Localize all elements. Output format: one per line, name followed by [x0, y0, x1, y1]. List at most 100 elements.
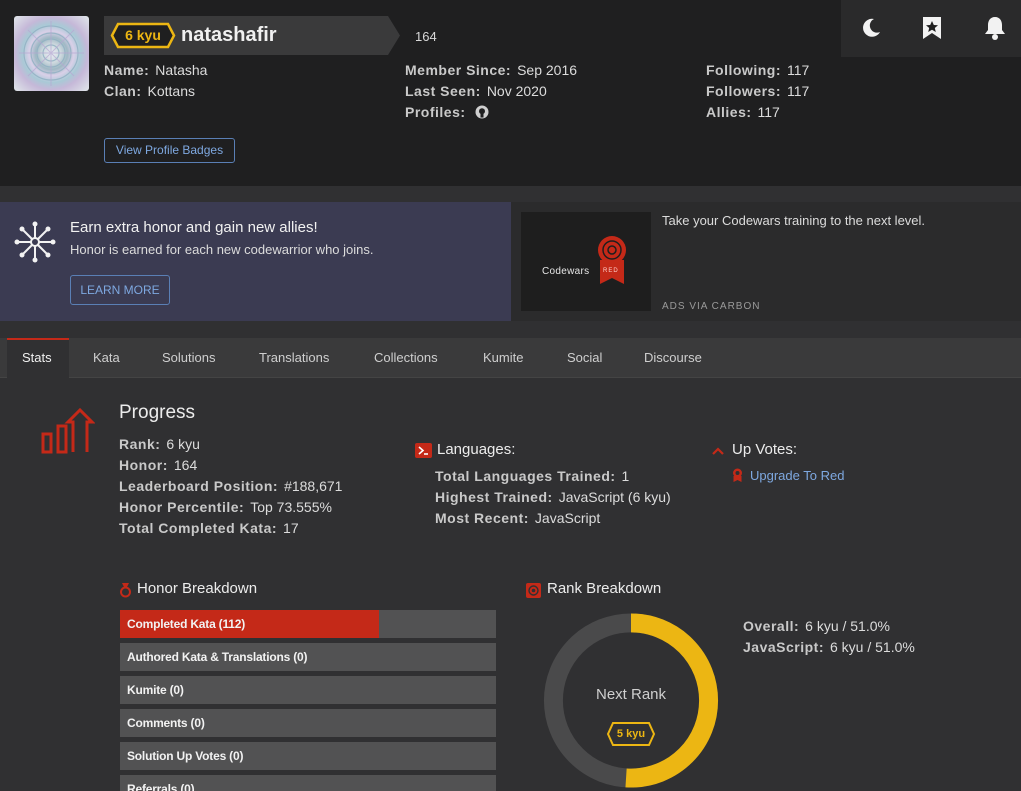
honor-bar-label: Completed Kata (112) — [127, 617, 246, 631]
upvotes-title: Up Votes: — [732, 441, 798, 458]
name-row: Name: Natasha — [104, 60, 207, 81]
bookmark-star-icon[interactable] — [912, 8, 952, 48]
followers-value: 117 — [787, 83, 810, 99]
member-since-label: Member Since: — [405, 62, 512, 78]
clan-row: Clan: Kottans — [104, 81, 195, 102]
rank-label: Rank: — [119, 436, 161, 452]
honor-breakdown-title: Honor Breakdown — [137, 580, 258, 597]
moon-icon[interactable] — [851, 8, 891, 48]
medal-icon — [120, 583, 131, 598]
total-languages-label: Total Languages Trained: — [435, 468, 616, 484]
ads-via-carbon[interactable]: ADS VIA CARBON — [662, 301, 760, 312]
overall-rank-row: Overall: 6 kyu / 51.0% — [743, 616, 890, 637]
javascript-label: JavaScript: — [743, 639, 824, 655]
promo-subtitle: Honor is earned for each new codewarrior… — [70, 242, 374, 257]
completed-label: Total Completed Kata: — [119, 520, 278, 536]
rank-breakdown-title: Rank Breakdown — [547, 580, 662, 597]
honor-value: 164 — [415, 29, 437, 44]
completed-row: Total Completed Kata: 17 — [119, 518, 299, 539]
honor-bar: Completed Kata (112) — [120, 610, 496, 638]
rank-row: Rank: 6 kyu — [119, 434, 200, 455]
percentile-row: Honor Percentile: Top 73.555% — [119, 497, 332, 518]
honor-bar-label: Solution Up Votes (0) — [127, 749, 244, 763]
profiles-row: Profiles: — [405, 102, 489, 123]
clan-label: Clan: — [104, 83, 142, 99]
leaderboard-row: Leaderboard Position: #188,671 — [119, 476, 342, 497]
name-label: Name: — [104, 62, 150, 78]
overall-value: 6 kyu / 51.0% — [805, 618, 890, 634]
following-label: Following: — [706, 62, 781, 78]
ad-image[interactable]: Codewars RED — [521, 212, 651, 311]
allies-value: 117 — [757, 104, 780, 120]
avatar[interactable] — [14, 16, 89, 91]
next-rank-value: 5 kyu — [616, 728, 646, 740]
top-icons — [841, 0, 1021, 57]
leaderboard-label: Leaderboard Position: — [119, 478, 279, 494]
view-profile-badges-button[interactable]: View Profile Badges — [104, 138, 235, 163]
overall-label: Overall: — [743, 618, 800, 634]
ad-brand: Codewars — [542, 266, 590, 277]
leaderboard-value: #188,671 — [284, 478, 343, 494]
total-languages-value: 1 — [621, 468, 630, 484]
following-value: 117 — [786, 62, 810, 78]
tab-kumite[interactable]: Kumite — [483, 338, 523, 378]
last-seen-value: Nov 2020 — [486, 83, 547, 99]
honor-bar-label: Authored Kata & Translations (0) — [127, 650, 308, 664]
tab-social[interactable]: Social — [567, 338, 602, 378]
tab-stats[interactable]: Stats — [22, 338, 52, 378]
clan-value: Kottans — [147, 83, 195, 99]
completed-value: 17 — [283, 520, 299, 536]
most-recent-label: Most Recent: — [435, 510, 529, 526]
tab-discourse[interactable]: Discourse — [644, 338, 702, 378]
javascript-rank-row: JavaScript: 6 kyu / 51.0% — [743, 637, 915, 658]
honor-bar-label: Comments (0) — [127, 716, 205, 730]
total-languages-row: Total Languages Trained: 1 — [435, 466, 629, 487]
honor-label: Honor: — [119, 457, 168, 473]
name-value: Natasha — [155, 62, 208, 78]
last-seen-label: Last Seen: — [405, 83, 481, 99]
red-badge-icon — [598, 236, 626, 284]
ad-text[interactable]: Take your Codewars training to the next … — [662, 213, 925, 228]
network-icon — [14, 221, 56, 263]
honor-bar: Referrals (0) — [120, 775, 496, 791]
next-rank-label: Next Rank — [595, 686, 667, 703]
tab-solutions[interactable]: Solutions — [162, 338, 215, 378]
honor-bar: Authored Kata & Translations (0) — [120, 643, 496, 671]
tab-kata[interactable]: Kata — [93, 338, 120, 378]
allies-label: Allies: — [706, 104, 752, 120]
highest-trained-value: JavaScript (6 kyu) — [558, 489, 671, 505]
progress-title: Progress — [119, 402, 196, 423]
honor-bar: Comments (0) — [120, 709, 496, 737]
honor-bar-label: Kumite (0) — [127, 683, 184, 697]
allies-row[interactable]: Allies: 117 — [706, 102, 780, 123]
github-icon[interactable] — [475, 105, 489, 119]
following-row[interactable]: Following: 117 — [706, 60, 809, 81]
member-since-value: Sep 2016 — [517, 62, 578, 78]
progress-chart-icon — [41, 408, 95, 454]
highest-trained-label: Highest Trained: — [435, 489, 553, 505]
learn-more-button[interactable]: LEARN MORE — [70, 275, 170, 305]
honor-bar-label: Referrals (0) — [127, 782, 195, 791]
languages-title: Languages: — [437, 441, 516, 458]
javascript-value: 6 kyu / 51.0% — [829, 639, 915, 655]
most-recent-value: JavaScript — [534, 510, 601, 526]
honor-row: Honor: 164 — [119, 455, 197, 476]
rank-badge-label: 6 kyu — [125, 27, 161, 43]
red-ribbon-icon — [733, 468, 742, 482]
profile-page: 6 kyu natashafir 164 Name: Natasha Clan: K… — [0, 0, 1021, 791]
followers-row[interactable]: Followers: 117 — [706, 81, 809, 102]
last-seen-row: Last Seen: Nov 2020 — [405, 81, 547, 102]
next-rank-badge: 5 kyu — [606, 721, 656, 747]
percentile-label: Honor Percentile: — [119, 499, 245, 515]
rank-value: 6 kyu — [166, 436, 200, 452]
upgrade-to-red-link[interactable]: Upgrade To Red — [750, 468, 844, 483]
honor-stat-value: 164 — [173, 457, 198, 473]
bell-icon[interactable] — [975, 8, 1015, 48]
tab-translations[interactable]: Translations — [259, 338, 329, 378]
promo-title: Earn extra honor and gain new allies! — [70, 219, 318, 236]
target-icon — [526, 583, 541, 598]
followers-label: Followers: — [706, 83, 782, 99]
honor-bar: Solution Up Votes (0) — [120, 742, 496, 770]
most-recent-row: Most Recent: JavaScript — [435, 508, 600, 529]
tab-collections[interactable]: Collections — [374, 338, 438, 378]
